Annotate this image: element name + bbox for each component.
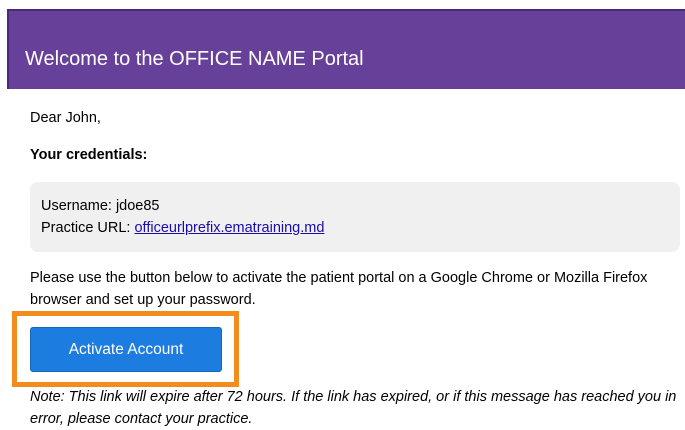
practice-url-line: Practice URL: officeurlprefix.ematrainin…: [41, 220, 324, 236]
practice-url-label: Practice URL:: [41, 220, 131, 236]
username-label: Username:: [41, 198, 112, 214]
header-title: Welcome to the OFFICE NAME Portal: [25, 48, 364, 70]
activation-instructions: Please use the button below to activate …: [30, 270, 648, 308]
expiry-note: Note: This link will expire after 72 hou…: [30, 389, 677, 427]
credentials-heading: Your credentials:: [30, 147, 148, 163]
activate-account-button[interactable]: Activate Account: [30, 327, 222, 372]
username-value: jdoe85: [115, 198, 160, 214]
username-line: Username: jdoe85: [41, 198, 160, 214]
credentials-box: Username: jdoe85 Practice URL: officeurl…: [30, 182, 680, 252]
practice-url-link[interactable]: officeurlprefix.ematraining.md: [134, 220, 324, 236]
email-header: Welcome to the OFFICE NAME Portal: [7, 9, 685, 89]
greeting-text: Dear John,: [30, 110, 101, 126]
